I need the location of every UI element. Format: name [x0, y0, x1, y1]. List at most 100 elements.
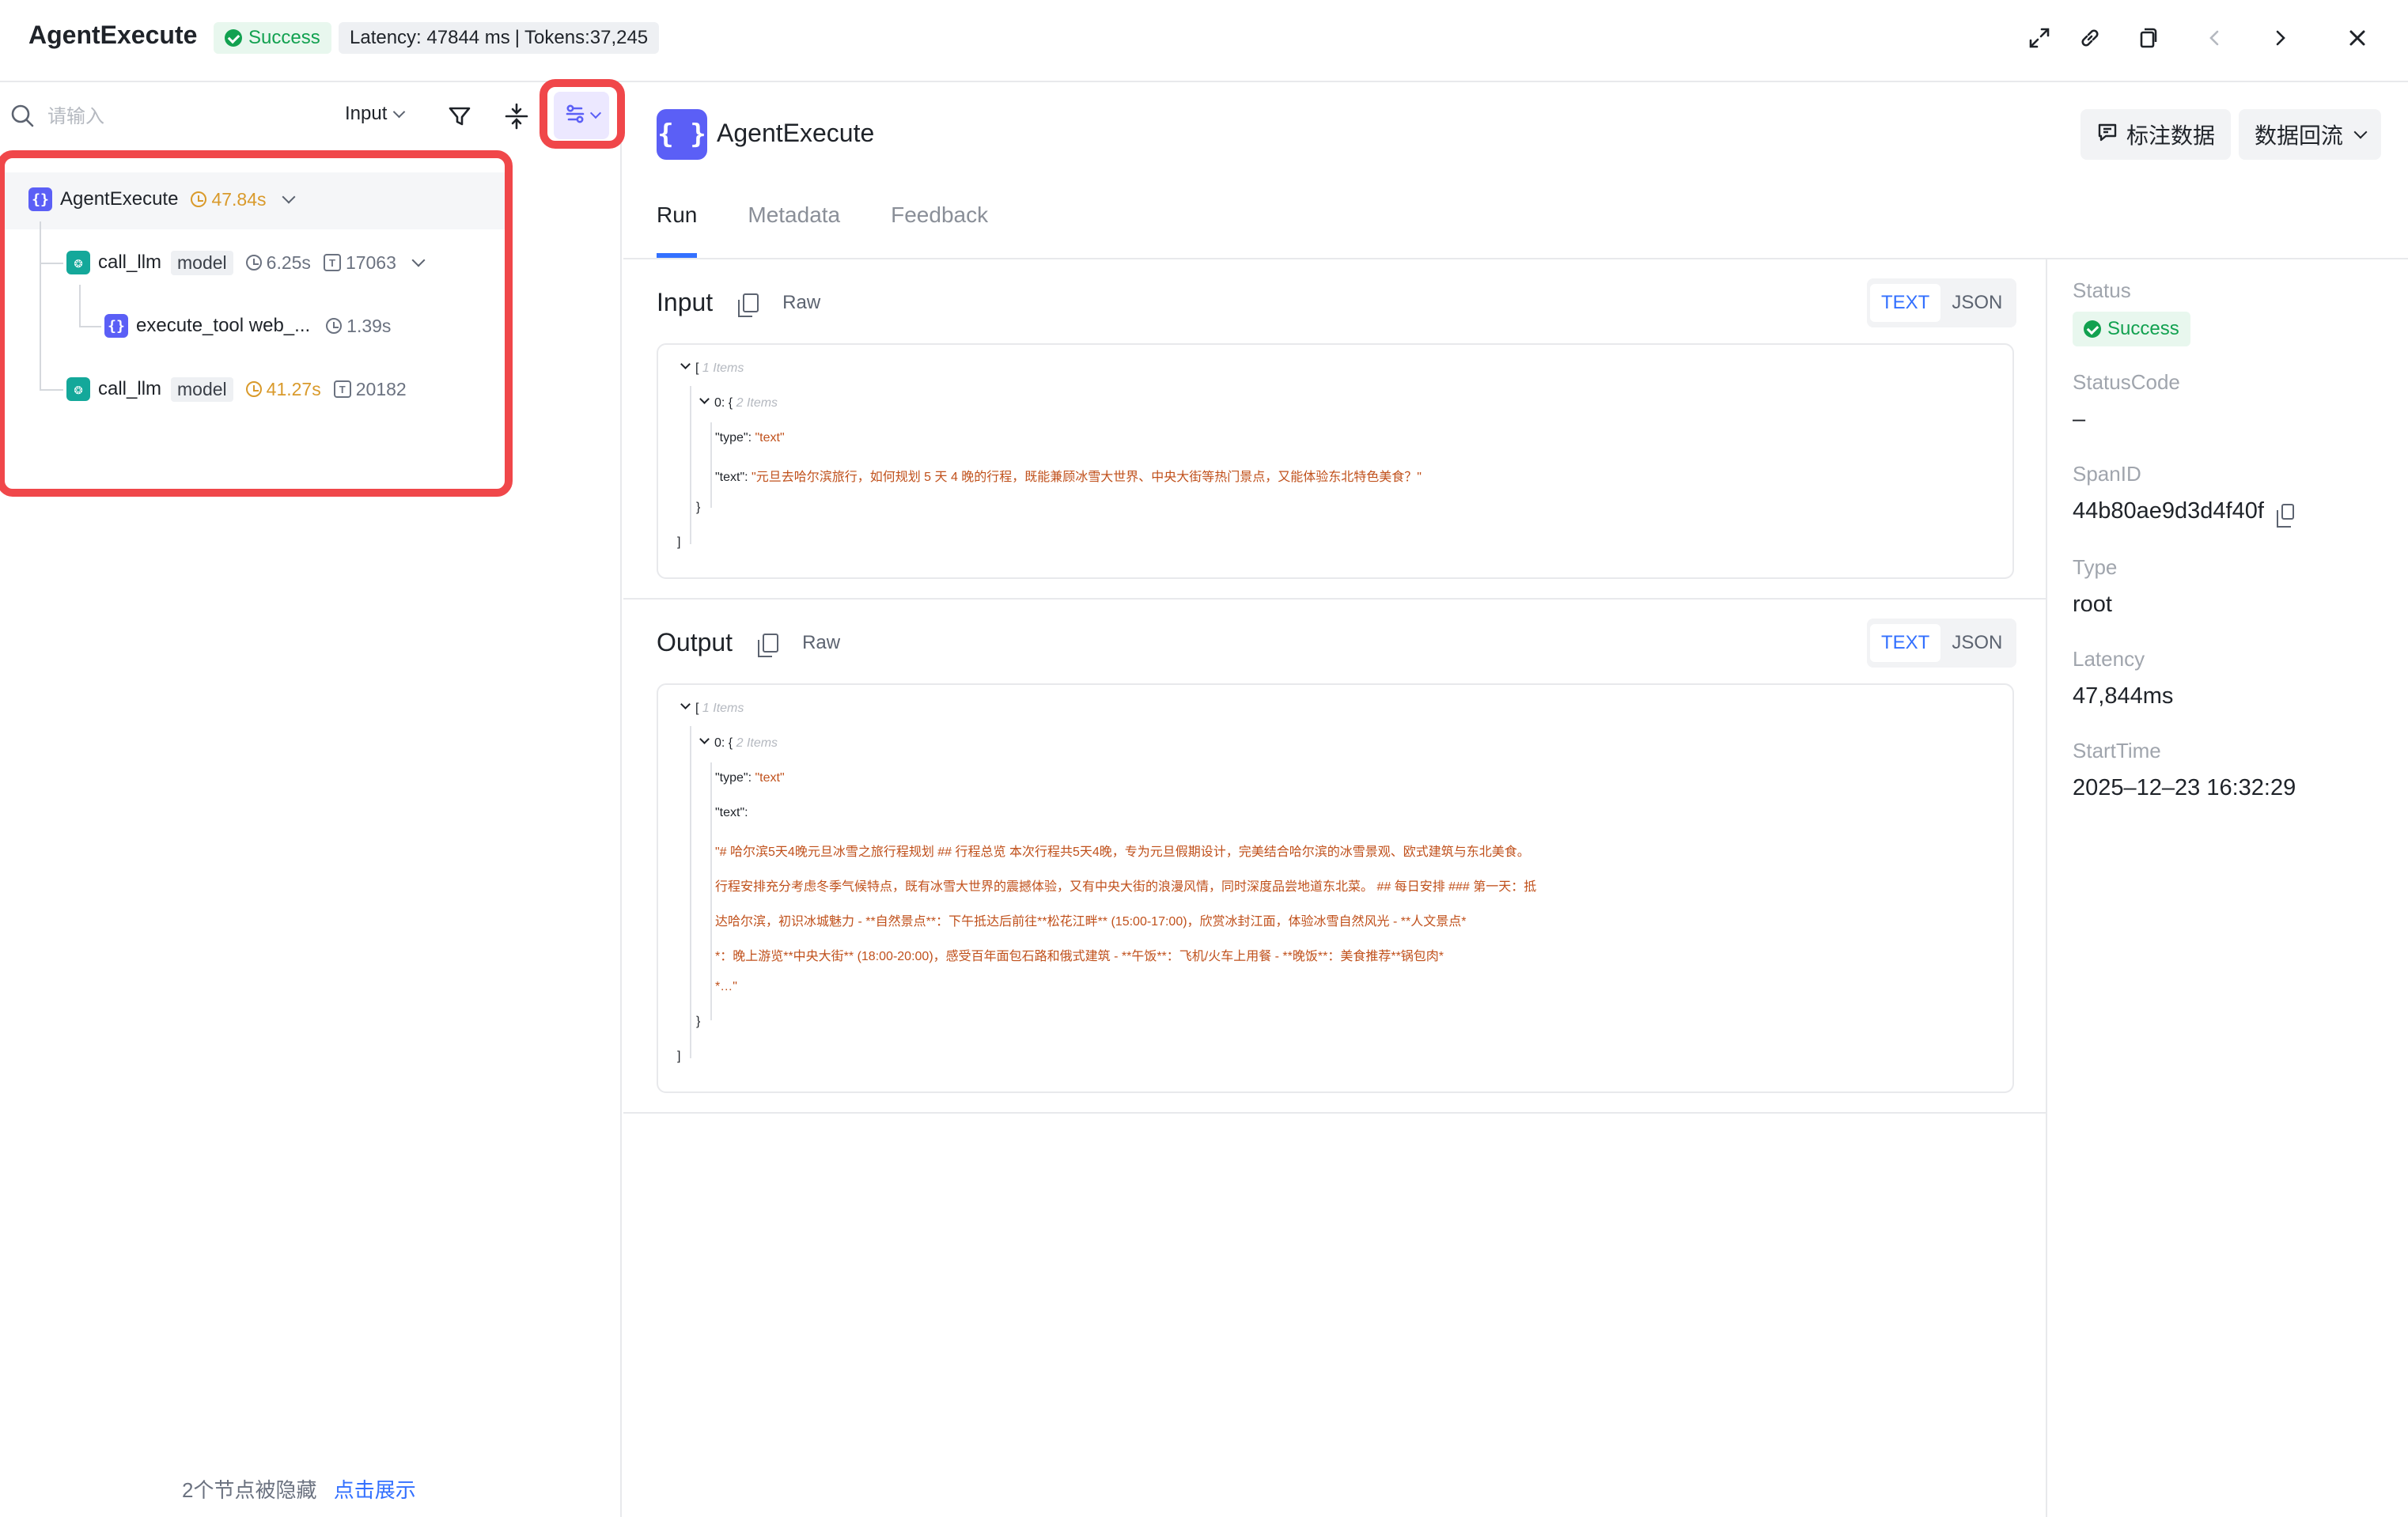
bracket-text: [ — [695, 702, 699, 715]
code-line: 0: { 2 Items — [699, 394, 778, 410]
tokens-text: Tokens:37,245 — [524, 27, 649, 48]
start-time-label: StartTime — [2073, 739, 2161, 762]
show-hidden-link[interactable]: 点击展示 — [334, 1478, 416, 1502]
collapse-caret-icon[interactable] — [699, 394, 710, 404]
indent-guide — [690, 386, 691, 544]
output-text-line: *：晚上游览**中央大街** (18:00-20:00)，感受百年面包石路和俄式… — [715, 950, 1444, 963]
json-format-tab[interactable]: JSON — [1940, 624, 2013, 662]
type-label: Type — [2073, 555, 2118, 579]
type-value: root — [2073, 592, 2112, 617]
format-switch: TEXT JSON — [1867, 619, 2017, 668]
raw-toggle[interactable]: Raw — [782, 292, 820, 314]
highlight-box-tree — [0, 150, 513, 497]
output-text-line: 达哈尔滨，初识冰城魅力 - **自然景点**：下午抵达后前往**松花江畔** (… — [715, 915, 1467, 929]
pane-divider — [2046, 259, 2047, 1517]
code-line: } — [696, 1015, 701, 1028]
tab-feedback[interactable]: Feedback — [891, 202, 988, 258]
span-id-row: 44b80ae9d3d4f40f — [2073, 498, 2294, 528]
indent-guide — [690, 726, 691, 1058]
code-line: "type": "text" — [715, 771, 785, 785]
check-circle-icon — [225, 29, 242, 47]
status-text: Success — [248, 27, 320, 48]
metrics-separator: | — [514, 27, 521, 48]
output-text-line: 行程安排充分考虑冬季气候特点，既有冰雪大世界的震撼体验，又有中央大街的浪漫风情，… — [715, 880, 1537, 894]
items-count: 2 Items — [736, 736, 778, 750]
latency-text: Latency: 47844 ms — [350, 27, 510, 48]
search-input[interactable] — [47, 101, 285, 133]
json-key: "text" — [715, 471, 745, 484]
collapse-caret-icon[interactable] — [680, 359, 691, 369]
items-count: 1 Items — [702, 361, 744, 375]
copy-icon[interactable] — [738, 293, 759, 317]
collapse-caret-icon[interactable] — [699, 734, 710, 744]
input-select-label: Input — [345, 103, 388, 124]
data-reflow-label: 数据回流 — [2255, 123, 2344, 148]
input-code-viewer — [657, 343, 2014, 579]
chevron-right-icon[interactable] — [2264, 22, 2296, 54]
link-icon[interactable] — [2074, 22, 2106, 54]
filter-icon[interactable] — [445, 101, 475, 131]
brace-text: { — [728, 736, 733, 750]
metrics-chip: Latency: 47844 ms | Tokens:37,245 — [339, 22, 660, 54]
status-code-value: – — [2073, 407, 2086, 432]
section-divider — [623, 598, 2046, 600]
highlight-box-toggle — [540, 79, 625, 149]
annotate-data-button[interactable]: 标注数据 — [2080, 109, 2232, 160]
json-string-value: "text" — [755, 431, 785, 445]
status-badge: Success — [214, 22, 331, 54]
output-section-title: Output — [657, 628, 733, 656]
raw-toggle[interactable]: Raw — [802, 632, 840, 654]
latency-value: 47,844ms — [2073, 683, 2174, 709]
index-key: 0: — [714, 396, 725, 410]
copy-icon[interactable] — [758, 633, 779, 657]
output-text-line: "# 哈尔滨5天4晚元旦冰雪之旅行程规划 ## 行程总览 本次行程共5天4晚，专… — [715, 846, 1530, 859]
span-id-label: SpanID — [2073, 462, 2141, 486]
chevron-left-icon[interactable] — [2199, 22, 2231, 54]
expand-icon[interactable] — [2024, 22, 2055, 54]
copy-icon[interactable] — [2276, 503, 2294, 528]
format-switch: TEXT JSON — [1867, 278, 2017, 327]
tab-metadata[interactable]: Metadata — [748, 202, 840, 258]
detail-tabs: Run Metadata Feedback — [657, 202, 988, 258]
tabs-divider — [623, 258, 2408, 259]
start-time-value: 2025–12–23 16:32:29 — [2073, 775, 2296, 800]
input-section-header: Input Raw — [657, 288, 820, 317]
code-line: "text": "元旦去哈尔滨旅行，如何规划 5 天 4 晚的行程，既能兼顾冰雪… — [715, 471, 1422, 484]
bracket-text: [ — [695, 361, 699, 375]
json-string-value: "text" — [755, 771, 785, 785]
tab-run[interactable]: Run — [657, 202, 698, 258]
close-icon[interactable] — [2342, 22, 2373, 54]
annotate-icon — [2096, 121, 2118, 149]
input-select[interactable]: Input — [345, 103, 406, 125]
page-title: AgentExecute — [28, 21, 198, 49]
json-format-tab[interactable]: JSON — [1940, 284, 2013, 322]
code-line: } — [696, 501, 701, 514]
status-label: Status — [2073, 278, 2131, 302]
json-key: "type" — [715, 431, 748, 445]
code-line: ] — [677, 1050, 681, 1063]
copy-window-icon[interactable] — [2131, 22, 2163, 54]
section-divider — [623, 1112, 2046, 1114]
indent-guide — [710, 422, 712, 508]
text-format-tab[interactable]: TEXT — [1870, 284, 1941, 322]
indent-guide — [710, 762, 712, 1020]
code-braces-icon: { } — [657, 109, 707, 160]
output-section-header: Output Raw — [657, 628, 840, 657]
json-string-value: "元旦去哈尔滨旅行，如何规划 5 天 4 晚的行程，既能兼顾冰雪大世界、中央大街… — [752, 471, 1422, 484]
json-key: "type" — [715, 771, 748, 785]
chevron-down-icon — [2353, 125, 2368, 139]
collapse-all-icon[interactable] — [502, 101, 532, 131]
code-line: [ 1 Items — [680, 359, 744, 376]
items-count: 1 Items — [702, 702, 744, 715]
detail-title: AgentExecute — [717, 119, 875, 147]
status-value: Success — [2107, 318, 2179, 339]
output-text-line: *…" — [715, 980, 737, 993]
hidden-nodes-note: 2个节点被隐藏 点击展示 — [182, 1474, 416, 1504]
data-reflow-button[interactable]: 数据回流 — [2239, 109, 2382, 160]
span-id-value: 44b80ae9d3d4f40f — [2073, 498, 2264, 524]
code-line: 0: { 2 Items — [699, 734, 778, 751]
search-icon — [9, 103, 36, 130]
text-format-tab[interactable]: TEXT — [1870, 624, 1941, 662]
code-line: "text": — [715, 806, 748, 819]
collapse-caret-icon[interactable] — [680, 699, 691, 709]
